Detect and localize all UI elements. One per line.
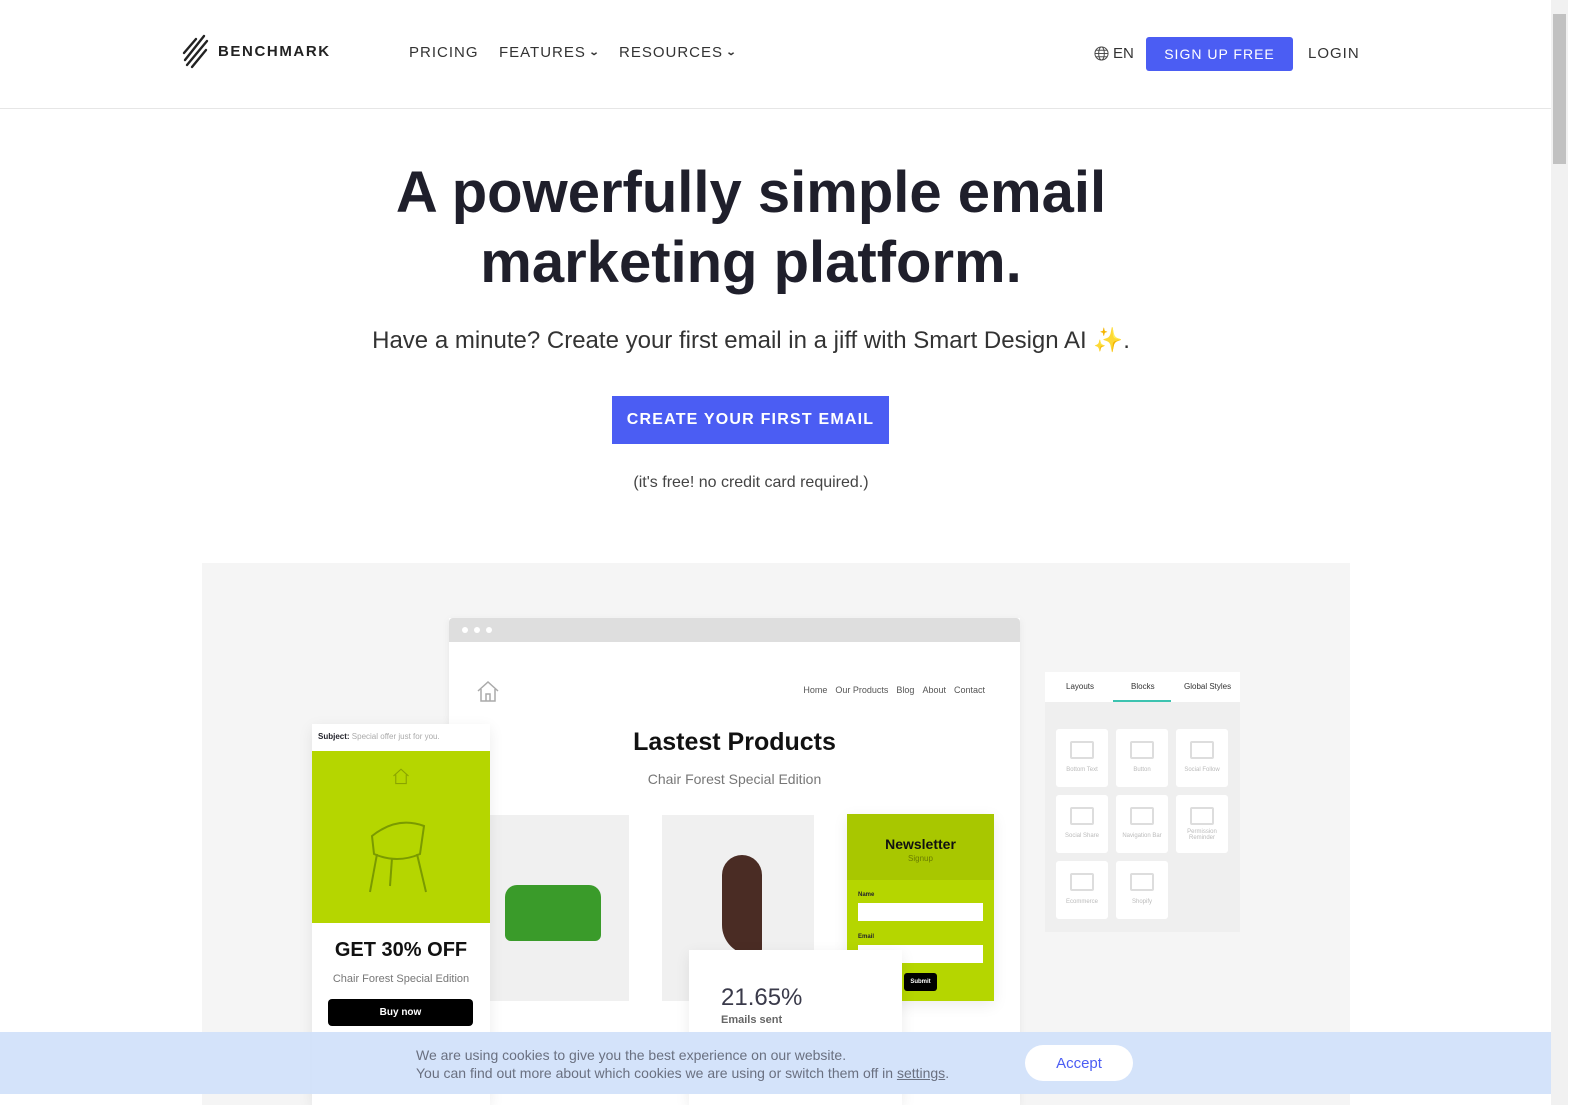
benchmark-logo-icon [182,34,209,69]
block-tile: Button [1116,729,1168,787]
language-label: EN [1113,45,1134,62]
logo[interactable]: BENCHMARK [182,33,331,69]
name-label: Name [858,892,875,898]
cookie-line2: You can find out more about which cookie… [416,1064,949,1082]
chair-illustration-icon [369,821,427,893]
mockup-nav-item: Blog [896,685,915,695]
hero-subtitle-period: . [1123,327,1130,354]
free-note: (it's free! no credit card required.) [633,474,869,491]
panel-tabs: Layouts Blocks Global Styles [1045,672,1240,702]
email-subject: Subject: Special offer just for you. [318,732,440,741]
language-selector[interactable]: EN [1094,45,1134,62]
block-tile: Social Share [1056,795,1108,853]
sign-up-free-button[interactable]: SIGN UP FREE [1146,37,1293,71]
block-label: Social Follow [1184,767,1220,773]
subject-text: Special offer just for you. [351,732,440,741]
email-headline: GET 30% OFF [334,939,468,961]
block-label: Bottom Text [1066,767,1098,773]
brand-name: BENCHMARK [218,42,331,60]
block-tile: Bottom Text [1056,729,1108,787]
browser-titlebar [449,618,1020,642]
cookie-line2-text: You can find out more about which cookie… [416,1065,897,1081]
login-link[interactable]: LOGIN [1308,45,1360,62]
mockup-nav-item: About [922,685,946,695]
chevron-down-icon: ⌄ [725,47,738,58]
block-label: Button [1133,767,1151,773]
submit-button: Submit [904,973,937,991]
globe-icon [1094,46,1109,61]
block-tile: Ecommerce [1056,861,1108,919]
window-dot [462,627,468,633]
tab-global-styles: Global Styles [1184,682,1232,691]
editor-panel: Layouts Blocks Global Styles Bottom Text… [1045,672,1240,932]
nav-pricing[interactable]: PRICING [409,44,479,61]
chevron-down-icon: ⌄ [588,47,601,58]
newsletter-subtitle: Signup [908,854,933,863]
buy-now-button: Buy now [328,999,473,1026]
block-label: Navigation Bar [1122,833,1162,839]
window-dot [474,627,480,633]
nav-features-label: FEATURES [499,44,586,61]
product-image-armchair [489,815,629,1001]
nav-resources[interactable]: RESOURCES ⌄ [619,44,736,61]
nav-features[interactable]: FEATURES ⌄ [499,44,599,61]
hero-title-line1: A powerfully simple email [395,160,1107,225]
scrollbar[interactable] [1551,0,1568,1105]
block-label: Ecommerce [1065,899,1098,905]
mockup-nav: Home Our Products Blog About Contact [803,685,985,695]
scrollbar-thumb[interactable] [1553,14,1566,164]
sparkle-icon: ✨ [1093,327,1124,354]
email-label: Email [858,934,875,940]
block-label: Permission Reminder [1187,829,1217,841]
cookie-text: We are using cookies to give you the bes… [416,1046,949,1082]
stat-value: 21.65% [721,984,803,1011]
tab-layouts: Layouts [1066,682,1095,691]
cookie-line2-end: . [945,1065,950,1081]
block-label: Shopify [1131,899,1152,905]
active-tab-indicator [1113,700,1171,702]
mockup-nav-item: Contact [953,685,985,695]
block-label: Social Share [1064,833,1100,839]
mockup-title: Lastest Products [633,728,836,756]
armchair-shape [505,885,601,941]
email-caption: Chair Forest Special Edition [332,973,470,985]
nav-pricing-label: PRICING [409,44,479,61]
block-tile: Permission Reminder [1176,795,1228,853]
email-hero-image [312,751,490,923]
create-first-email-button[interactable]: CREATE YOUR FIRST EMAIL [612,396,889,444]
hero-title-line2: marketing platform. [480,230,1022,295]
window-dot [486,627,492,633]
hero-title: A powerfully simple email marketing platf… [0,158,1502,298]
tab-blocks: Blocks [1131,682,1155,691]
subject-label: Subject: [318,732,350,741]
hero-subtitle-text: Have a minute? Create your first email i… [372,327,1087,354]
newsletter-title: Newsletter [885,836,956,852]
name-input [858,903,983,921]
block-tile: Social Follow [1176,729,1228,787]
cookie-settings-link[interactable]: settings [897,1065,945,1081]
hero-subtitle: Have a minute? Create your first email i… [0,326,1502,355]
mockup-nav-item: Home [803,685,828,695]
accept-cookies-button[interactable]: Accept [1025,1045,1133,1081]
home-icon [393,768,409,785]
home-icon [477,680,499,702]
block-tile: Navigation Bar [1116,795,1168,853]
block-tile: Shopify [1116,861,1168,919]
mockup-subtitle: Chair Forest Special Edition [647,771,822,787]
stat-label: Emails sent [721,1014,783,1026]
cookie-line1: We are using cookies to give you the bes… [416,1047,847,1063]
mockup-nav-item: Our Products [835,685,889,695]
nav-resources-label: RESOURCES [619,44,724,61]
site-header: BENCHMARK PRICING FEATURES ⌄ RESOURCES ⌄ E… [0,0,1551,109]
chair-shape [722,855,762,955]
